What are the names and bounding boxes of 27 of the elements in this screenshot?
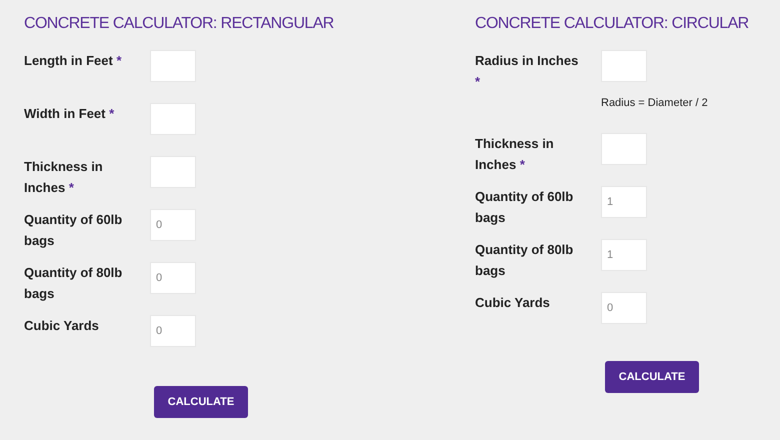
input-field[interactable] <box>601 133 647 165</box>
input-field[interactable] <box>150 103 196 135</box>
field-label: Cubic Yards <box>24 317 100 335</box>
calculate-button[interactable]: CALCULATE <box>605 361 699 393</box>
field-label: Quantity of 60lb bags <box>24 211 124 250</box>
input-field[interactable]: 1 <box>601 186 647 218</box>
field-label: Radius in Inches * <box>475 52 580 91</box>
field-label: Width in Feet * <box>24 105 116 123</box>
field-label: Thickness in Inches * <box>475 135 555 174</box>
input-field[interactable] <box>150 50 196 82</box>
field-label: Thickness in Inches * <box>24 158 104 197</box>
input-field[interactable]: 1 <box>601 239 647 271</box>
calculate-button[interactable]: CALCULATE <box>154 386 248 418</box>
input-field[interactable]: 0 <box>150 315 196 347</box>
input-field[interactable]: 0 <box>150 209 196 241</box>
input-field[interactable]: 0 <box>601 292 647 324</box>
input-field[interactable] <box>150 156 196 188</box>
input-field[interactable]: 0 <box>150 262 196 294</box>
input-field[interactable] <box>601 50 647 82</box>
field-label: Quantity of 60lb bags <box>475 188 574 227</box>
hint-text: Radius = Diameter / 2 <box>601 96 708 111</box>
field-label: Quantity of 80lb bags <box>24 264 124 303</box>
field-label: Cubic Yards <box>475 294 551 312</box>
field-label: Length in Feet * <box>24 52 123 70</box>
calculator-title: CONCRETE CALCULATOR: CIRCULAR <box>475 14 749 34</box>
field-label: Quantity of 80lb bags <box>475 241 574 280</box>
calculator-title: CONCRETE CALCULATOR: RECTANGULAR <box>24 14 334 34</box>
